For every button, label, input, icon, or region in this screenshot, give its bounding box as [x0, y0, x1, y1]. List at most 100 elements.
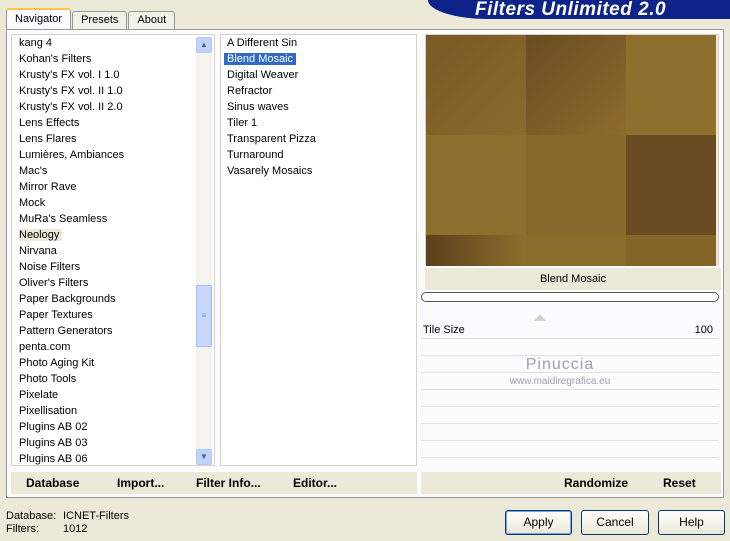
- category-label: Nirvana: [19, 245, 57, 257]
- filter-label: Vasarely Mosaics: [227, 165, 313, 177]
- list-item[interactable]: Lens Flares: [12, 131, 214, 147]
- category-items: kang 4 Kohan's Filters Krusty's FX vol. I …: [12, 35, 214, 465]
- category-scrollbar[interactable]: ▲ ≡ ▼: [196, 37, 212, 465]
- scroll-up-arrow-icon[interactable]: ▲: [196, 37, 212, 53]
- list-item[interactable]: Krusty's FX vol. II 1.0: [12, 83, 214, 99]
- list-item[interactable]: Nirvana: [12, 243, 214, 259]
- category-label: penta.com: [19, 341, 71, 353]
- list-item[interactable]: Paper Textures: [12, 307, 214, 323]
- filters-count: 1012: [63, 523, 88, 535]
- list-item[interactable]: Noise Filters: [12, 259, 214, 275]
- category-label: Lens Effects: [19, 117, 80, 129]
- list-item[interactable]: Pattern Generators: [12, 323, 214, 339]
- slider-indicator-icon[interactable]: [534, 314, 546, 321]
- category-label: Oliver's Filters: [19, 277, 89, 289]
- category-label: Photo Aging Kit: [19, 357, 95, 369]
- category-label: Lumières, Ambiances: [19, 149, 125, 161]
- preview-image: [426, 35, 716, 266]
- category-label: Plugins AB 03: [19, 437, 88, 449]
- list-item[interactable]: Neology: [12, 227, 214, 243]
- category-label: Mirror Rave: [19, 181, 77, 193]
- scroll-down-arrow-icon[interactable]: ▼: [196, 449, 212, 465]
- tab-presets[interactable]: Presets: [72, 11, 128, 29]
- list-toolbar: Database Import... Filter Info... Editor…: [11, 472, 417, 494]
- database-button[interactable]: Database: [26, 475, 79, 491]
- category-label: Plugins AB 02: [19, 421, 88, 433]
- preview-filter-name: Blend Mosaic: [425, 268, 721, 290]
- list-item[interactable]: Sinus waves: [221, 99, 416, 115]
- list-item[interactable]: Photo Aging Kit: [12, 355, 214, 371]
- list-item[interactable]: Paper Backgrounds: [12, 291, 214, 307]
- param-row-empty: [421, 424, 719, 441]
- randomize-button[interactable]: Randomize: [564, 475, 628, 491]
- category-label: Krusty's FX vol. I 1.0: [19, 69, 120, 81]
- category-label: Pixellisation: [19, 405, 78, 417]
- category-label: Photo Tools: [19, 373, 77, 385]
- parameter-list: Tile Size 100: [421, 314, 719, 464]
- list-item[interactable]: penta.com: [12, 339, 214, 355]
- filters-label: Filters:: [6, 523, 39, 535]
- list-item[interactable]: Kohan's Filters: [12, 51, 214, 67]
- category-label: Mac's: [19, 165, 48, 177]
- editor-button[interactable]: Editor...: [293, 475, 337, 491]
- list-item[interactable]: Refractor: [221, 83, 416, 99]
- list-item[interactable]: A Different Sin: [221, 35, 416, 51]
- filter-label: Sinus waves: [227, 101, 289, 113]
- filter-info-button[interactable]: Filter Info...: [196, 475, 261, 491]
- list-item[interactable]: Mock: [12, 195, 214, 211]
- filter-label: Digital Weaver: [227, 69, 299, 81]
- category-label: Pixelate: [19, 389, 59, 401]
- param-row-empty: [421, 390, 719, 407]
- category-label: Mock: [19, 197, 46, 209]
- progress-bar: [421, 292, 719, 302]
- help-button[interactable]: Help: [658, 510, 725, 535]
- list-item[interactable]: Digital Weaver: [221, 67, 416, 83]
- list-item[interactable]: Pixellisation: [12, 403, 214, 419]
- preview-pane: [425, 34, 719, 266]
- filter-label: Refractor: [227, 85, 273, 97]
- list-item[interactable]: Mirror Rave: [12, 179, 214, 195]
- list-item[interactable]: Lens Effects: [12, 115, 214, 131]
- list-item[interactable]: Plugins AB 02: [12, 419, 214, 435]
- param-value: 100: [694, 324, 713, 336]
- filter-list[interactable]: A Different Sin Blend Mosaic Digital Weave…: [220, 34, 417, 466]
- list-item[interactable]: Photo Tools: [12, 371, 214, 387]
- list-item[interactable]: Pixelate: [12, 387, 214, 403]
- list-item[interactable]: kang 4: [12, 35, 214, 51]
- list-item[interactable]: Krusty's FX vol. I 1.0: [12, 67, 214, 83]
- category-list[interactable]: kang 4 Kohan's Filters Krusty's FX vol. I …: [11, 34, 215, 466]
- list-item[interactable]: Turnaround: [221, 147, 416, 163]
- database-label: Database:: [6, 510, 57, 522]
- import-button[interactable]: Import...: [117, 475, 164, 491]
- list-item[interactable]: Blend Mosaic: [221, 51, 416, 67]
- param-row-empty: [421, 356, 719, 373]
- category-label: Neology: [19, 229, 63, 241]
- status-info: Database: ICNET-Filters Filters: 1012: [6, 510, 129, 536]
- category-label: Noise Filters: [19, 261, 81, 273]
- filter-label: Transparent Pizza: [227, 133, 316, 145]
- list-item[interactable]: Lumières, Ambiances: [12, 147, 214, 163]
- preview-toolbar: Randomize Reset: [421, 472, 721, 494]
- scroll-thumb[interactable]: ≡: [196, 285, 212, 347]
- param-tile-size[interactable]: Tile Size 100: [421, 314, 719, 339]
- list-item[interactable]: Mac's: [12, 163, 214, 179]
- list-item[interactable]: Krusty's FX vol. II 2.0: [12, 99, 214, 115]
- list-item[interactable]: Vasarely Mosaics: [221, 163, 416, 179]
- category-label: kang 4: [19, 37, 53, 49]
- list-item[interactable]: MuRa's Seamless: [12, 211, 214, 227]
- filter-label: Turnaround: [227, 149, 284, 161]
- filter-label: Blend Mosaic: [224, 53, 297, 65]
- list-item[interactable]: Plugins AB 03: [12, 435, 214, 451]
- category-label: Lens Flares: [19, 133, 77, 145]
- tab-about[interactable]: About: [128, 11, 176, 29]
- list-item[interactable]: Plugins AB 06: [12, 451, 214, 465]
- param-row-empty: [421, 441, 719, 458]
- tab-navigator[interactable]: Navigator: [6, 8, 72, 29]
- list-item[interactable]: Tiler 1: [221, 115, 416, 131]
- cancel-button[interactable]: Cancel: [581, 510, 649, 535]
- reset-button[interactable]: Reset: [663, 475, 696, 491]
- category-label: MuRa's Seamless: [19, 213, 108, 225]
- list-item[interactable]: Oliver's Filters: [12, 275, 214, 291]
- list-item[interactable]: Transparent Pizza: [221, 131, 416, 147]
- apply-button[interactable]: Apply: [505, 510, 572, 535]
